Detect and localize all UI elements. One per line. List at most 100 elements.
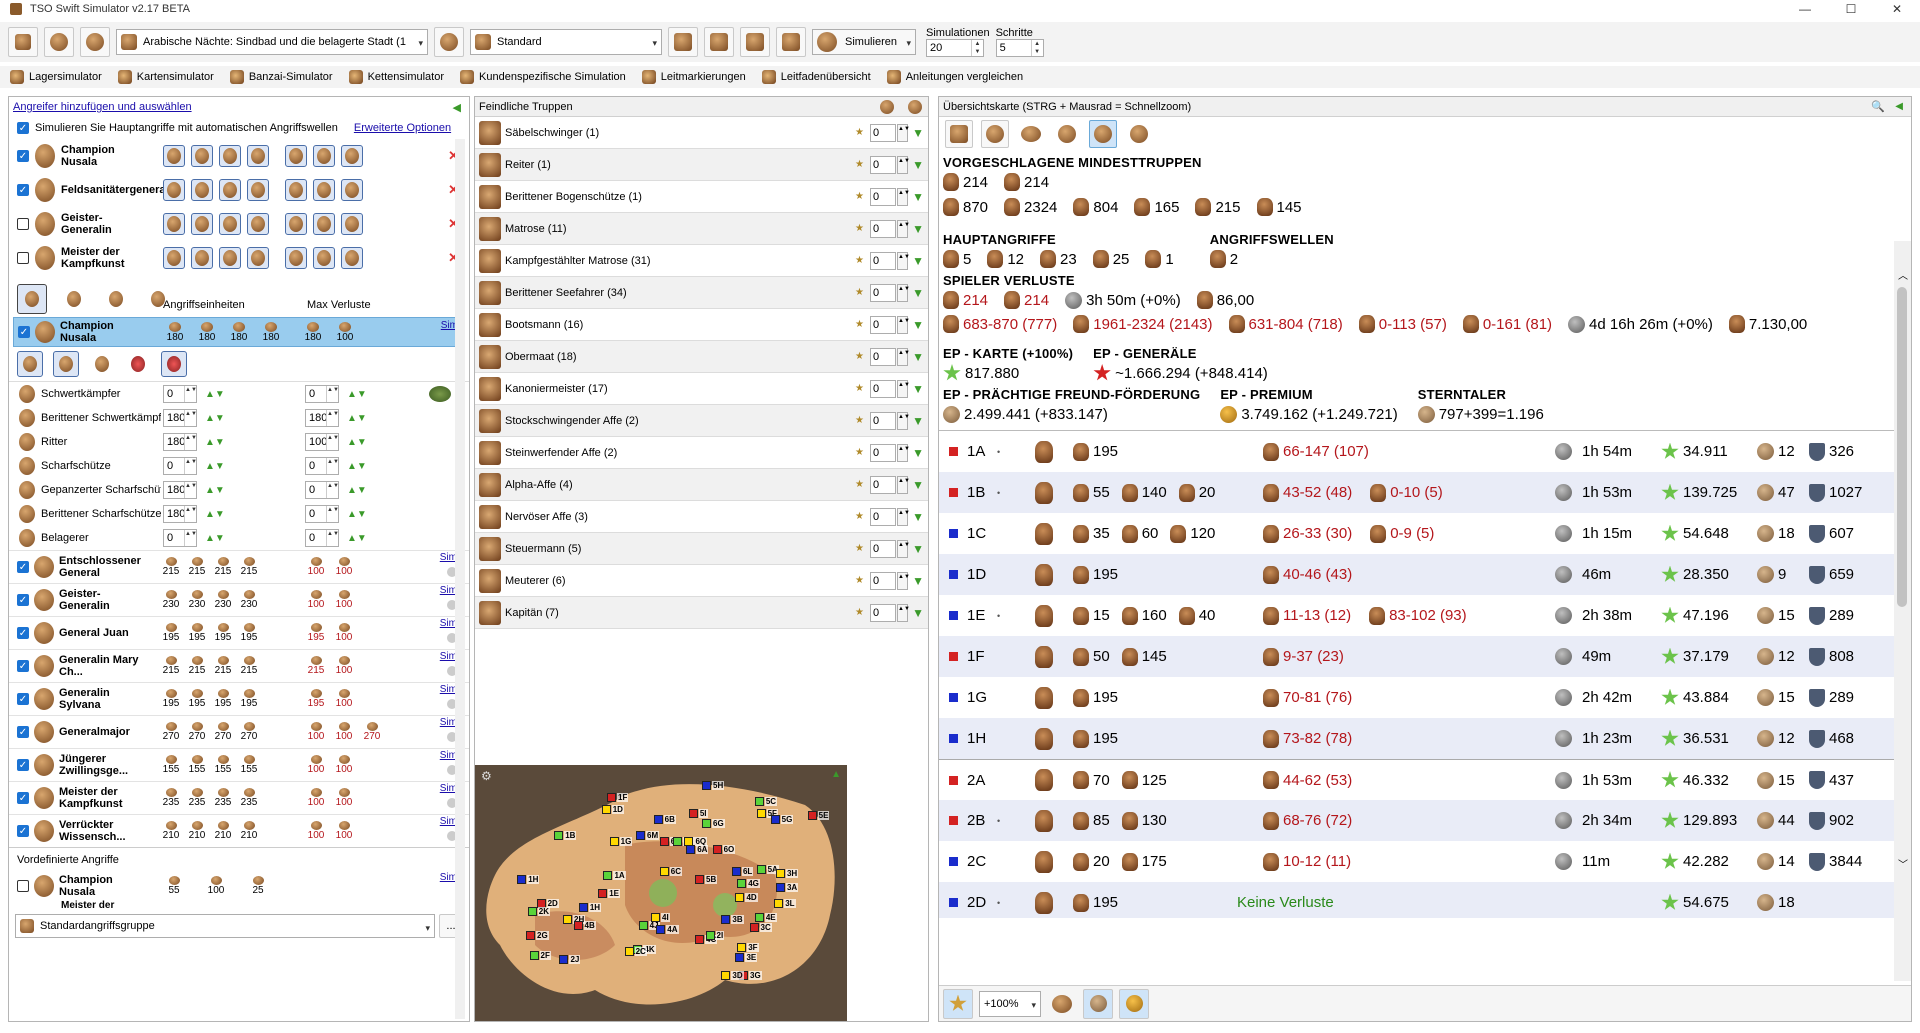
map-marker[interactable]	[721, 971, 731, 980]
attack-row[interactable]: 2A 70 125 44-62 (53) 1h 53m 46.332 15 437	[939, 759, 1894, 800]
unit-count-stepper[interactable]: 0 ▲▼	[163, 529, 197, 547]
simulate-button[interactable]: Simulieren ▾	[812, 29, 916, 55]
enemy-count-input[interactable]: 0	[870, 347, 896, 366]
step-arrows-icon[interactable]: ▲▼	[347, 533, 367, 544]
unit-slot-icon[interactable]	[341, 145, 363, 167]
green-arrow-icon[interactable]: ▼	[912, 510, 924, 524]
map-marker[interactable]	[705, 931, 715, 940]
skill-icon[interactable]	[125, 351, 151, 377]
attack-row[interactable]: 1G 195 70-81 (76) 2h 42m 43.884 15 289	[939, 677, 1894, 718]
unit-slot-icon[interactable]	[313, 247, 335, 269]
enemy-row[interactable]: Kanoniermeister (17) ★ 0 ▲▼ ▼	[475, 373, 928, 405]
map-marker[interactable]	[735, 893, 745, 902]
enemy-row[interactable]: Alpha-Affe (4) ★ 0 ▲▼ ▼	[475, 469, 928, 501]
map-marker[interactable]	[578, 903, 588, 912]
map-marker[interactable]	[754, 913, 764, 922]
unit-slot-icon[interactable]	[247, 145, 269, 167]
green-arrow-icon[interactable]: ▼	[912, 126, 924, 140]
map-marker[interactable]	[659, 867, 669, 876]
spin-arrows-icon[interactable]: ▲▼	[326, 386, 339, 402]
search-icon[interactable]: 🔍	[1871, 100, 1885, 113]
map-marker[interactable]	[526, 931, 536, 940]
general-checkbox[interactable]	[17, 252, 29, 264]
spin-arrows-icon[interactable]: ▲▼	[897, 379, 910, 398]
enemy-row[interactable]: Steinwerfender Affe (2) ★ 0 ▲▼ ▼	[475, 437, 928, 469]
map-marker[interactable]	[603, 871, 613, 880]
attack-row[interactable]: 1C 35 60 120 26-33 (30) 0-9 (5) 1h 15m 54.648 18…	[939, 513, 1894, 554]
close-button[interactable]: ✕	[1874, 0, 1920, 18]
general-tab-icon[interactable]	[59, 284, 89, 314]
unit-slot-icon[interactable]	[285, 213, 307, 235]
map-marker[interactable]	[756, 809, 766, 818]
unit-slot-icon[interactable]	[285, 179, 307, 201]
saved-general-checkbox[interactable]: ✓	[17, 561, 29, 573]
map-marker[interactable]	[731, 867, 741, 876]
unit-slot-icon[interactable]	[313, 179, 335, 201]
spin-arrows-icon[interactable]: ▲▼	[326, 506, 339, 522]
spin-arrows-icon[interactable]: ▲▼	[897, 443, 910, 462]
green-arrow-icon[interactable]: ▼	[912, 254, 924, 268]
tab-2[interactable]: Banzai-Simulator	[228, 67, 341, 87]
tab-7[interactable]: Anleitungen vergleichen	[885, 67, 1031, 87]
enemy-count-input[interactable]: 0	[870, 379, 896, 398]
star-filter-icon[interactable]	[943, 988, 973, 1019]
zoom-select[interactable]: +100% ▾	[979, 990, 1041, 1017]
saved-general-row[interactable]: ✓ Entschlossener General 215 215 215 215 100 10…	[9, 550, 469, 583]
selected-general-row[interactable]: ✓ Champion Nusala 180 180 180 180 180 100 Si…	[13, 317, 465, 347]
max-loss-stepper[interactable]: 0 ▲▼	[305, 385, 339, 403]
collapse-arrow-icon[interactable]: ◀	[453, 101, 461, 114]
unit-slot-icon[interactable]	[247, 247, 269, 269]
step-arrows-icon[interactable]: ▲▼	[347, 413, 367, 424]
spin-arrows-icon[interactable]: ▲▼	[897, 507, 910, 526]
general-checkbox[interactable]: ✓	[17, 184, 29, 196]
camp-icon[interactable]	[1047, 989, 1077, 1019]
map-marker[interactable]	[702, 781, 712, 790]
spin-arrows-icon[interactable]: ▲▼	[1030, 40, 1043, 56]
map-marker[interactable]	[737, 943, 747, 952]
step-arrows-icon[interactable]: ▲▼	[347, 485, 367, 496]
spin-arrows-icon[interactable]: ▲▼	[184, 506, 197, 522]
map-marker[interactable]	[712, 845, 722, 854]
general-checkbox[interactable]	[17, 218, 29, 230]
spin-arrows-icon[interactable]: ▲▼	[971, 40, 983, 56]
enemy-row[interactable]: Bootsmann (16) ★ 0 ▲▼ ▼	[475, 309, 928, 341]
saved-general-checkbox[interactable]: ✓	[17, 825, 29, 837]
spin-arrows-icon[interactable]: ▲▼	[897, 411, 910, 430]
enemy-count-input[interactable]: 0	[870, 475, 896, 494]
attack-row[interactable]: 2B • 85 130 68-76 (72) 2h 34m 129.893 44 902	[939, 800, 1894, 841]
selected-general-checkbox[interactable]: ✓	[18, 326, 30, 338]
enemy-row[interactable]: Stockschwingender Affe (2) ★ 0 ▲▼ ▼	[475, 405, 928, 437]
scroll-thumb[interactable]	[1897, 287, 1907, 607]
enemy-row[interactable]: Matrose (11) ★ 0 ▲▼ ▼	[475, 213, 928, 245]
max-loss-stepper[interactable]: 0 ▲▼	[305, 529, 339, 547]
map-marker[interactable]	[656, 925, 666, 934]
green-arrow-icon[interactable]: ▼	[912, 350, 924, 364]
max-loss-stepper[interactable]: 100 ▲▼	[305, 433, 339, 451]
spin-arrows-icon[interactable]: ▲▼	[184, 386, 197, 402]
map-marker[interactable]	[702, 819, 712, 828]
attack-row[interactable]: 2D • 195 Keine Verluste 54.675 18	[939, 882, 1894, 918]
bread-icon[interactable]	[1053, 120, 1081, 148]
enemy-count-input[interactable]: 0	[870, 123, 896, 142]
unit-count-stepper[interactable]: 0 ▲▼	[163, 385, 197, 403]
spin-arrows-icon[interactable]: ▲▼	[897, 219, 910, 238]
step-arrows-icon[interactable]: ▲▼	[205, 389, 225, 400]
attack-row[interactable]: 1B • 55 140 20 43-52 (48) 0-10 (5) 1h 53m 139.72…	[939, 472, 1894, 513]
map-marker[interactable]	[688, 809, 698, 818]
predefined-checkbox[interactable]	[17, 880, 29, 892]
saved-general-checkbox[interactable]: ✓	[17, 627, 29, 639]
green-arrow-icon[interactable]: ▼	[912, 158, 924, 172]
green-arrow-icon[interactable]: ▼	[912, 190, 924, 204]
unit-count-stepper[interactable]: 180 ▲▼	[163, 409, 197, 427]
unit-slot-icon[interactable]	[219, 145, 241, 167]
arrow-sort-icon[interactable]	[908, 99, 922, 114]
general-icon[interactable]	[44, 27, 74, 57]
unit-slot-icon[interactable]	[341, 247, 363, 269]
spin-arrows-icon[interactable]: ▲▼	[897, 571, 910, 590]
spin-arrows-icon[interactable]: ▲▼	[897, 603, 910, 622]
turtle-icon[interactable]	[429, 386, 451, 402]
map-marker[interactable]	[686, 845, 696, 854]
map-marker[interactable]	[695, 875, 704, 884]
attack-row[interactable]: 1E • 15 160 40 11-13 (12) 83-102 (93) 2h 38m 47.…	[939, 595, 1894, 636]
tab-6[interactable]: Leitfadenübersicht	[760, 67, 879, 87]
